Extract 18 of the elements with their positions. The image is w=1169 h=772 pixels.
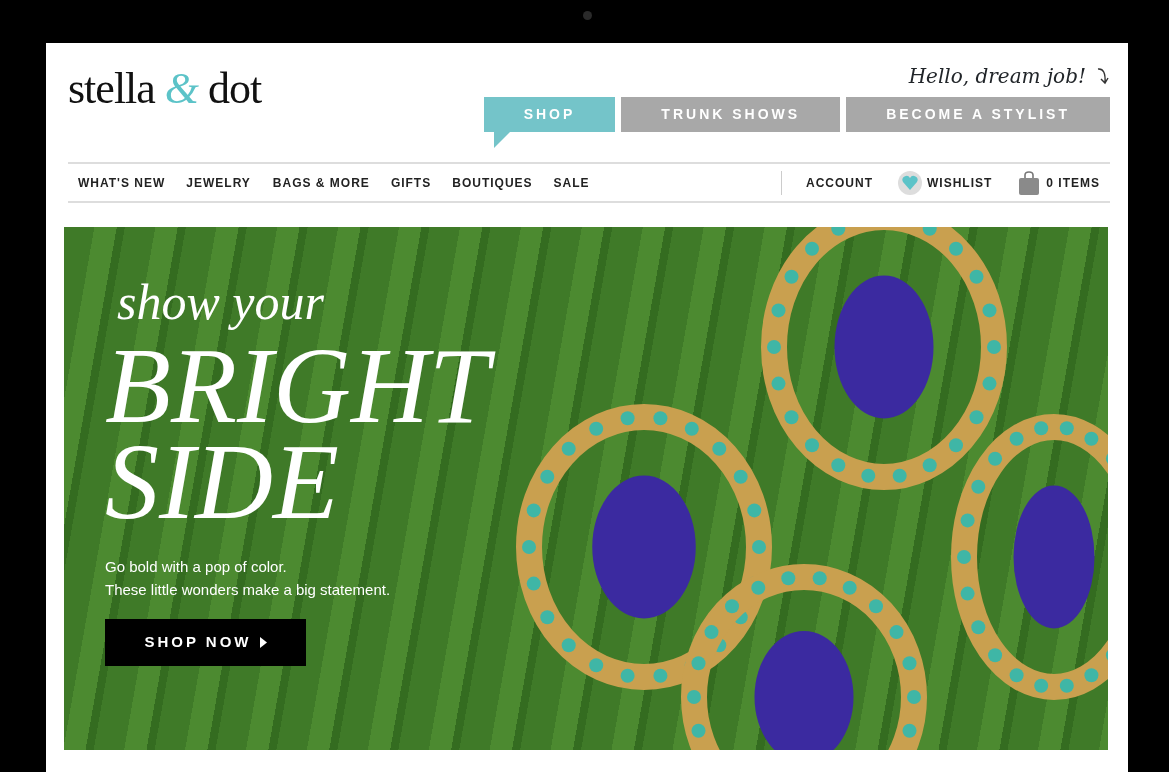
caret-icon bbox=[259, 637, 267, 648]
nav-link[interactable]: JEWELRY bbox=[186, 173, 251, 192]
nav-link[interactable]: BAGS & MORE bbox=[272, 173, 370, 192]
account-link[interactable]: WISHLIST bbox=[897, 169, 993, 196]
shop-now-button[interactable]: SHOP NOW bbox=[105, 619, 306, 666]
nav-link[interactable]: GIFTS bbox=[390, 173, 432, 192]
tagline: Hello, dream job! bbox=[908, 63, 1086, 90]
hero-text: These little wonders make a big statement. bbox=[105, 580, 392, 600]
nav-link[interactable]: BOUTIQUES bbox=[452, 173, 533, 192]
logo[interactable]: stella & dot bbox=[68, 67, 262, 113]
tab-pointer-icon bbox=[493, 132, 510, 148]
nav-link[interactable]: WHAT'S NEW bbox=[78, 173, 166, 192]
camera-dot bbox=[583, 11, 592, 20]
hero-text: Go bold with a pop of color. bbox=[105, 557, 288, 577]
account-link[interactable]: ACCOUNT bbox=[806, 173, 873, 192]
account-link[interactable]: 0 ITEMS bbox=[1016, 169, 1100, 196]
curved-arrow-icon bbox=[1096, 66, 1110, 86]
nav-link[interactable]: SALE bbox=[553, 173, 590, 192]
